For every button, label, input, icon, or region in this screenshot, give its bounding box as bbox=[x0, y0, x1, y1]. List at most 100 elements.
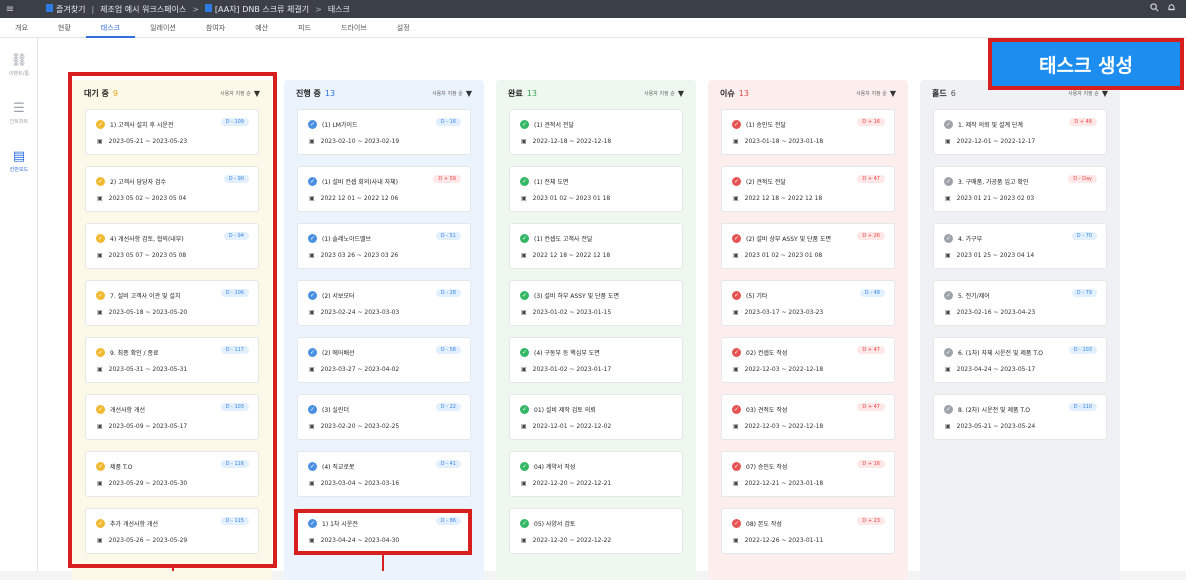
tab-6[interactable]: 피드 bbox=[283, 18, 326, 38]
status-check-icon[interactable]: ✓ bbox=[520, 462, 529, 471]
status-check-icon[interactable]: ✓ bbox=[308, 348, 317, 357]
calendar-icon: ▣ bbox=[309, 366, 315, 373]
due-badge: D + 47 bbox=[857, 346, 885, 354]
status-check-icon[interactable]: ✓ bbox=[944, 234, 953, 243]
task-title: (2) 설비 상부 ASSY 및 단품 도면 bbox=[746, 236, 832, 243]
calendar-icon: ▣ bbox=[309, 138, 315, 145]
status-check-icon[interactable]: ✓ bbox=[520, 177, 529, 186]
task-card[interactable]: ✓ (1) 설비 컨셉 회의(사내 자체) D + 59 ▣ 2022 12 01 ~ … bbox=[297, 166, 471, 212]
task-title-row: ✓ 1. 제작 의뢰 및 설계 단계 bbox=[944, 120, 1023, 129]
sort-dropdown[interactable]: 사용자 지정 순 bbox=[856, 90, 887, 97]
task-card[interactable]: ✓ 07) 승인도 작성 D + 16 ▣ 2022-12-21 ~ 2023-01-1… bbox=[721, 451, 895, 497]
status-check-icon[interactable]: ✓ bbox=[732, 177, 741, 186]
status-check-icon[interactable]: ✓ bbox=[944, 177, 953, 186]
task-card[interactable]: ✓ 04) 계약서 작성 ▣ 2022-12-20 ~ 2022-12-21 bbox=[509, 451, 683, 497]
status-check-icon[interactable]: ✓ bbox=[732, 120, 741, 129]
sort-dropdown[interactable]: 사용자 지정 순 bbox=[1068, 90, 1099, 97]
task-card[interactable]: ✓ 8. (2차) 시운전 및 제품 T.O D - 110 ▣ 2023-05-21 … bbox=[933, 394, 1107, 440]
task-card[interactable]: ✓ 4. 가구부 D - 70 ▣ 2023 01 25 ~ 2023 04 14 bbox=[933, 223, 1107, 269]
status-check-icon[interactable]: ✓ bbox=[944, 291, 953, 300]
status-check-icon[interactable]: ✓ bbox=[308, 120, 317, 129]
task-card[interactable]: ✓ (4) 직교로봇 D - 41 ▣ 2023-03-04 ~ 2023-03-16 bbox=[297, 451, 471, 497]
status-check-icon[interactable]: ✓ bbox=[520, 405, 529, 414]
status-check-icon[interactable]: ✓ bbox=[520, 519, 529, 528]
status-check-icon[interactable]: ✓ bbox=[732, 234, 741, 243]
status-check-icon[interactable]: ✓ bbox=[944, 348, 953, 357]
sort-dropdown[interactable]: 사용자 지정 순 bbox=[432, 90, 463, 97]
status-check-icon[interactable]: ✓ bbox=[732, 291, 741, 300]
task-card[interactable]: ✓ 08) 본도 작성 D + 23 ▣ 2022-12-26 ~ 2023-01-11 bbox=[721, 508, 895, 554]
breadcrumb-item[interactable]: 태스크 bbox=[328, 4, 350, 15]
tab-7[interactable]: 드라이브 bbox=[326, 18, 382, 38]
task-card[interactable]: ✓ 05) 사양서 검토 ▣ 2022-12-20 ~ 2022-12-22 bbox=[509, 508, 683, 554]
create-task-button[interactable]: 태스크 생성 bbox=[992, 42, 1180, 86]
column-count: 13 bbox=[526, 88, 537, 98]
bell-icon[interactable] bbox=[1167, 3, 1176, 15]
task-card[interactable]: ✓ (2) 에어배선 D - 58 ▣ 2023-03-27 ~ 2023-04-02 bbox=[297, 337, 471, 383]
task-card[interactable]: ✓ 6. (1차) 자체 시운전 및 제품 T.O D - 103 ▣ 2023-04-… bbox=[933, 337, 1107, 383]
task-title: 6. (1차) 자체 시운전 및 제품 T.O bbox=[958, 350, 1043, 357]
calendar-icon: ▣ bbox=[733, 195, 739, 202]
task-card[interactable]: ✓ (2) 견적도 전달 D + 47 ▣ 2022 12 18 ~ 2022 12 1… bbox=[721, 166, 895, 212]
menu-icon[interactable]: ≡ bbox=[0, 4, 20, 15]
status-check-icon[interactable]: ✓ bbox=[520, 120, 529, 129]
sidenav-item-1[interactable]: ☰ 간트차트 bbox=[0, 92, 38, 134]
task-card[interactable]: ✓ (1) 전체 도면 ▣ 2023 01 02 ~ 2023 01 18 bbox=[509, 166, 683, 212]
task-card[interactable]: ✓ (5) 기타 D - 48 ▣ 2023-03-17 ~ 2023-03-23 bbox=[721, 280, 895, 326]
task-card[interactable]: ✓ (1) 승인도 전달 D + 16 ▣ 2023-01-18 ~ 2023-01-1… bbox=[721, 109, 895, 155]
breadcrumb-item[interactable]: 즐겨찾기 bbox=[46, 3, 86, 15]
status-check-icon[interactable]: ✓ bbox=[944, 120, 953, 129]
task-card[interactable]: ✓ (2) 설비 상부 ASSY 및 단품 도면 D + 26 ▣ 2023 01 02… bbox=[721, 223, 895, 269]
status-check-icon[interactable]: ✓ bbox=[308, 291, 317, 300]
status-check-icon[interactable]: ✓ bbox=[732, 348, 741, 357]
tab-3[interactable]: 일레이션 bbox=[135, 18, 191, 38]
tab-4[interactable]: 참여자 bbox=[191, 18, 240, 38]
filter-icon[interactable]: ▼ bbox=[466, 89, 472, 98]
breadcrumb-item[interactable]: 제조업 예시 워크스페이스 bbox=[100, 4, 186, 15]
status-check-icon[interactable]: ✓ bbox=[308, 234, 317, 243]
tab-0[interactable]: 개요 bbox=[0, 18, 43, 38]
status-check-icon[interactable]: ✓ bbox=[732, 405, 741, 414]
task-card[interactable]: ✓ (1) 견적서 전달 ▣ 2022-12-18 ~ 2022-12-18 bbox=[509, 109, 683, 155]
task-title-row: ✓ (4) 직교로봇 bbox=[308, 462, 355, 471]
task-card[interactable]: ✓ (3) 실린더 D - 22 ▣ 2023-02-20 ~ 2023-02-25 bbox=[297, 394, 471, 440]
filter-icon[interactable]: ▼ bbox=[890, 89, 896, 98]
calendar-icon: ▣ bbox=[309, 423, 315, 430]
breadcrumb-item[interactable]: [AA자] DNB 스크류 체결기 bbox=[204, 3, 309, 15]
tab-2[interactable]: 태스크 bbox=[85, 18, 136, 38]
task-card[interactable]: ✓ 03) 견적도 작성 D + 47 ▣ 2022-12-03 ~ 2022-12-1… bbox=[721, 394, 895, 440]
sort-dropdown[interactable]: 사용자 지정 순 bbox=[644, 90, 675, 97]
tab-8[interactable]: 설정 bbox=[382, 18, 425, 38]
sidenav-item-2[interactable]: ▤ 칸반보드 bbox=[0, 140, 38, 182]
filter-icon[interactable]: ▼ bbox=[678, 89, 684, 98]
task-card[interactable]: ✓ (4) 구동부 등 핵심부 도면 ▣ 2023-01-02 ~ 2023-01-1… bbox=[509, 337, 683, 383]
task-card[interactable]: ✓ 02) 컨셉도 작성 D + 47 ▣ 2022-12-03 ~ 2022-12-1… bbox=[721, 337, 895, 383]
search-icon[interactable] bbox=[1150, 3, 1159, 15]
sidenav-item-0[interactable]: ⛓ 이벤트/통 bbox=[0, 44, 38, 86]
task-title-row: ✓ (1) 견적서 전달 bbox=[520, 120, 574, 129]
task-card[interactable]: ✓ (1) 솔레노이드밸브 D - 51 ▣ 2023 03 26 ~ 2023 03 … bbox=[297, 223, 471, 269]
tab-5[interactable]: 예산 bbox=[240, 18, 283, 38]
task-card[interactable]: ✓ 3. 구매품, 가공품 입고 확인 D - Day ▣ 2023 01 21 ~ 2… bbox=[933, 166, 1107, 212]
task-card[interactable]: ✓ 5. 전기/제어 D - 79 ▣ 2023-02-16 ~ 2023-04-23 bbox=[933, 280, 1107, 326]
status-check-icon[interactable]: ✓ bbox=[732, 462, 741, 471]
task-card[interactable]: ✓ (1) 컨셉도 고객사 전달 ▣ 2022 12 18 ~ 2022 12 18 bbox=[509, 223, 683, 269]
status-check-icon[interactable]: ✓ bbox=[944, 405, 953, 414]
breadcrumb-label: 즐겨찾기 bbox=[56, 4, 86, 14]
status-check-icon[interactable]: ✓ bbox=[308, 462, 317, 471]
task-card[interactable]: ✓ 1. 제작 의뢰 및 설계 단계 D + 48 ▣ 2022-12-01 ~ 202… bbox=[933, 109, 1107, 155]
status-check-icon[interactable]: ✓ bbox=[308, 405, 317, 414]
status-check-icon[interactable]: ✓ bbox=[520, 234, 529, 243]
status-check-icon[interactable]: ✓ bbox=[732, 519, 741, 528]
task-card[interactable]: ✓ (1) LM가이드 D - 16 ▣ 2023-02-10 ~ 2023-02-19 bbox=[297, 109, 471, 155]
status-check-icon[interactable]: ✓ bbox=[308, 177, 317, 186]
status-check-icon[interactable]: ✓ bbox=[520, 348, 529, 357]
task-title: 1. 제작 의뢰 및 설계 단계 bbox=[958, 122, 1023, 129]
task-card[interactable]: ✓ 01) 설비 제작 검토 의뢰 ▣ 2022-12-01 ~ 2022-12-02 bbox=[509, 394, 683, 440]
task-dates-row: ▣ 2023-04-24 ~ 2023-05-17 bbox=[945, 366, 1035, 373]
task-card[interactable]: ✓ (3) 설비 하부 ASSY 및 단품 도면 ▣ 2023-01-02 ~ 202… bbox=[509, 280, 683, 326]
task-dates: 2023 01 02 ~ 2023 01 18 bbox=[532, 195, 611, 202]
task-card[interactable]: ✓ (2) 서보모터 D - 28 ▣ 2023-02-24 ~ 2023-03-03 bbox=[297, 280, 471, 326]
status-check-icon[interactable]: ✓ bbox=[520, 291, 529, 300]
tab-1[interactable]: 현황 bbox=[43, 18, 86, 38]
